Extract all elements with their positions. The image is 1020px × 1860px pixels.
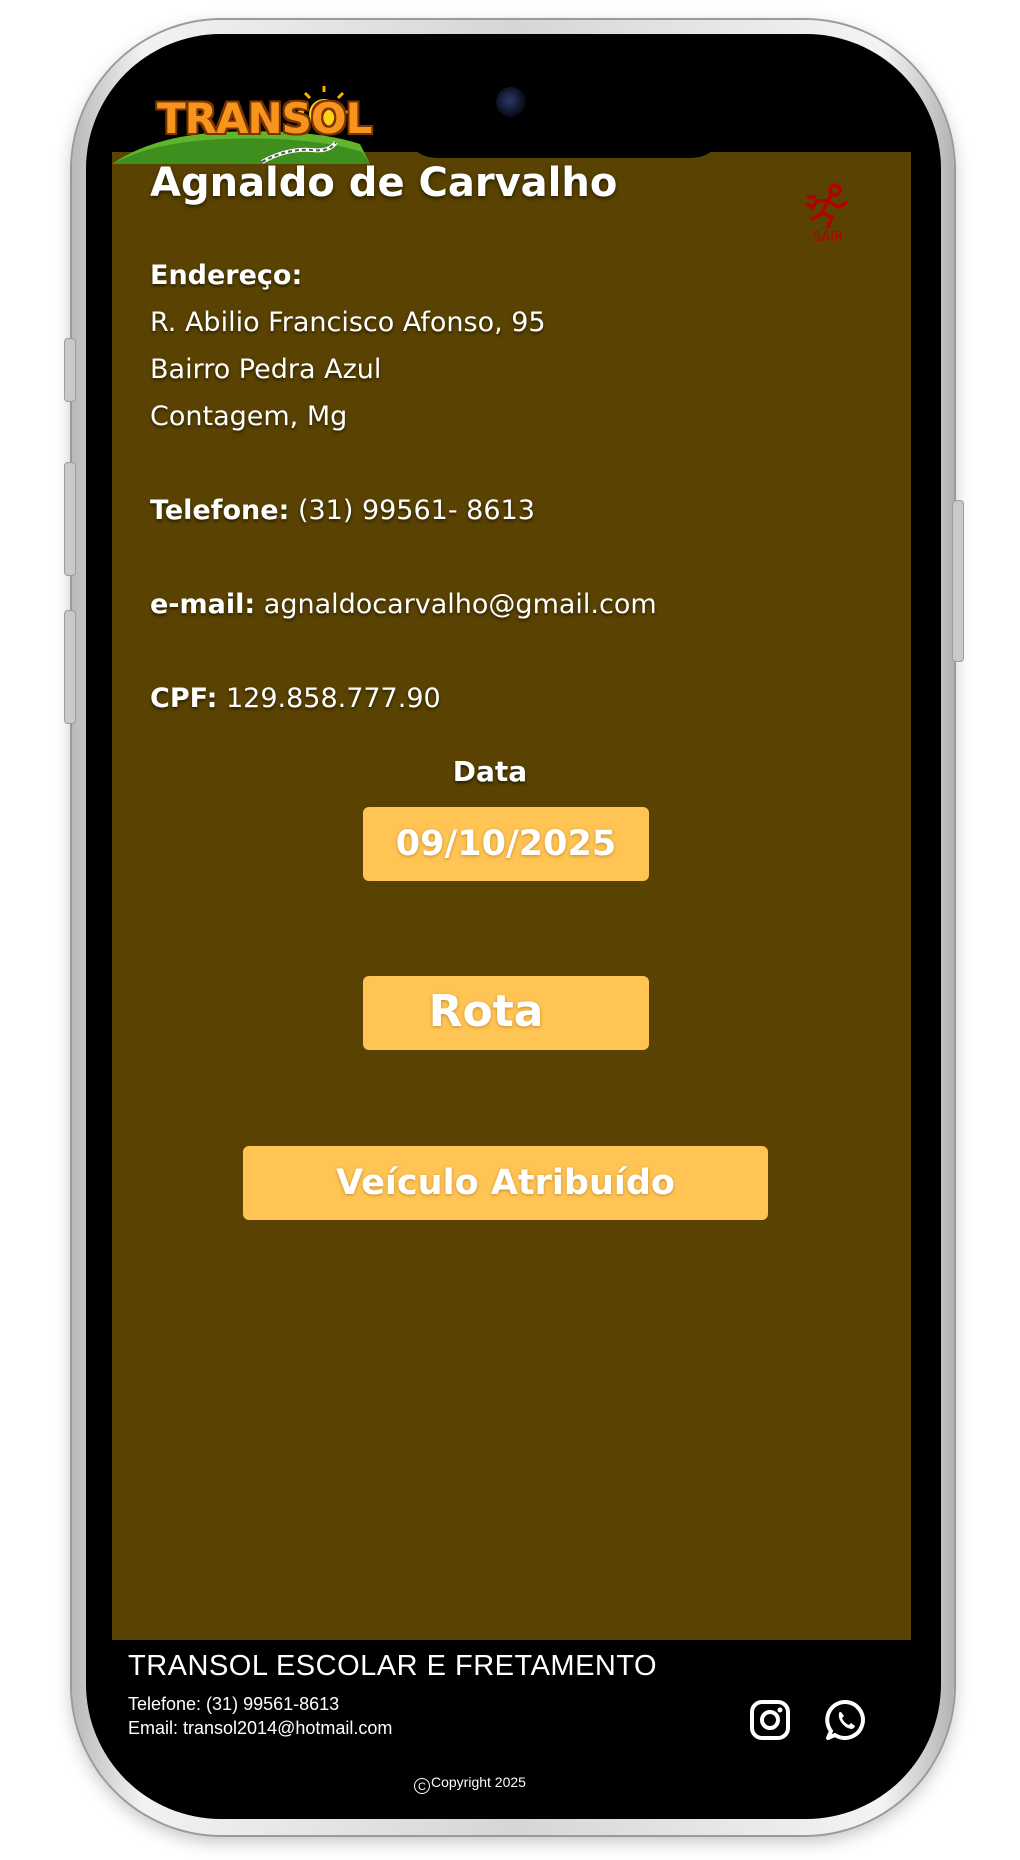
logo-text: TRANSOL — [157, 94, 372, 143]
copyright: C Copyright 2025 — [414, 1774, 526, 1794]
footer-phone: Telefone: (31) 99561-8613 — [128, 1694, 340, 1714]
power-button — [952, 500, 964, 662]
route-button[interactable]: Rota — [363, 976, 649, 1050]
camera-icon — [496, 87, 526, 117]
address-line-3: Contagem, Mg — [150, 401, 348, 432]
whatsapp-icon — [825, 1700, 865, 1740]
volume-down-button — [64, 610, 76, 724]
instagram-icon — [750, 1700, 790, 1740]
logout-button[interactable]: SAIR — [804, 183, 852, 245]
address-label: Endereço: — [150, 260, 303, 291]
volume-up-button — [64, 462, 76, 576]
running-person-icon — [804, 183, 848, 229]
footer-email: Email: transol2014@hotmail.com — [128, 1718, 393, 1738]
phone-value: (31) 99561- 8613 — [297, 495, 535, 526]
email-field: e-mail: agnaldocarvalho@gmail.com — [150, 589, 657, 620]
cpf-value: 129.858.777.90 — [225, 683, 441, 714]
phone-label: Telefone: — [150, 495, 290, 526]
address-line-1: R. Abilio Francisco Afonso, 95 — [150, 307, 546, 338]
cpf-label: CPF: — [150, 683, 218, 714]
date-label: Data — [452, 755, 528, 788]
footer-title: TRANSOL ESCOLAR E FRETAMENTO — [128, 1650, 658, 1682]
dynamic-island — [401, 34, 727, 158]
address-line-2: Bairro Pedra Azul — [150, 354, 382, 385]
whatsapp-link[interactable] — [824, 1698, 868, 1742]
email-label: e-mail: — [150, 589, 256, 620]
cpf-field: CPF: 129.858.777.90 — [150, 683, 441, 714]
email-value: agnaldocarvalho@gmail.com — [263, 589, 657, 620]
date-input[interactable]: 09/10/2025 — [363, 807, 649, 881]
transol-logo: TRANSOL — [112, 84, 412, 164]
instagram-link[interactable] — [748, 1698, 792, 1742]
logout-label: SAIR — [812, 230, 844, 245]
profile-name: Agnaldo de Carvalho — [150, 160, 618, 206]
phone-screen: TRANSOL — [86, 34, 941, 1819]
action-button — [64, 338, 76, 402]
copyright-icon: C — [414, 1778, 430, 1794]
copyright-text: Copyright 2025 — [431, 1774, 526, 1790]
phone-field: Telefone: (31) 99561- 8613 — [150, 495, 535, 526]
assigned-vehicle-button[interactable]: Veículo Atribuído — [243, 1146, 768, 1220]
